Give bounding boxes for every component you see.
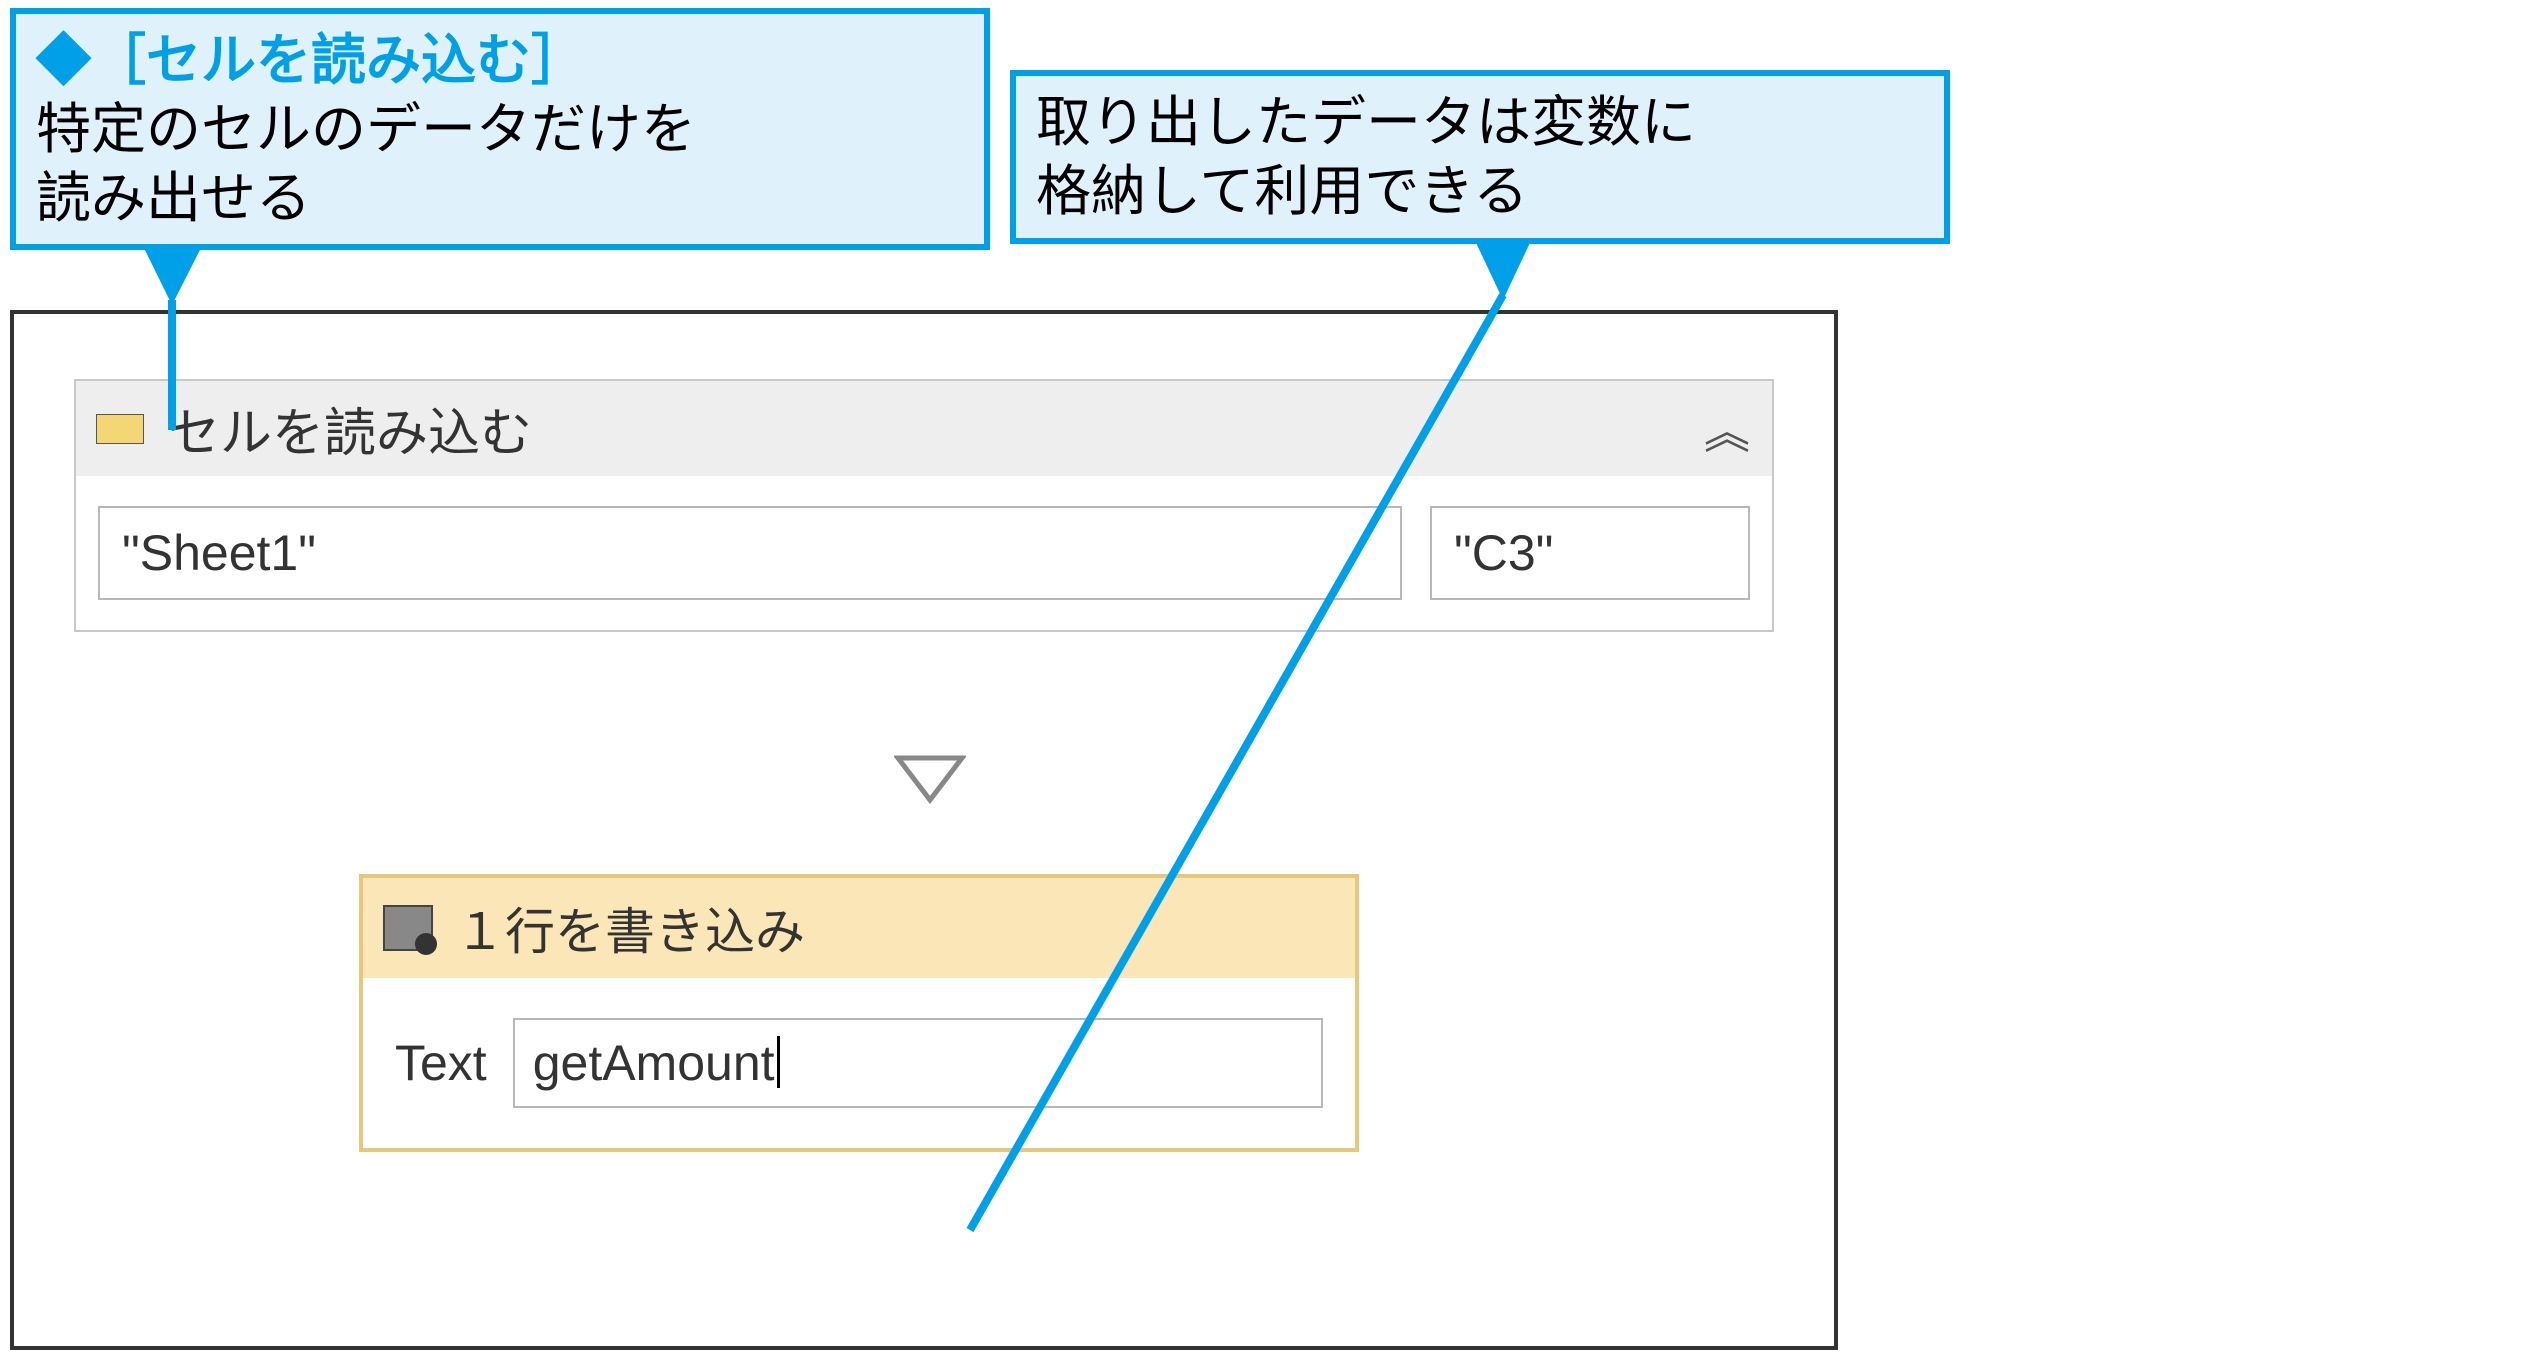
callout-read-cell: ◆［セルを読み込む］ 特定のセルのデータだけを 読み出せる: [10, 8, 990, 250]
text-value: getAmount: [533, 1035, 775, 1091]
text-value-field[interactable]: getAmount: [513, 1018, 1323, 1108]
callout-variable: 取り出したデータは変数に 格納して利用できる: [1010, 70, 1950, 244]
flow-arrow-icon: [894, 754, 966, 804]
text-cursor: [777, 1036, 780, 1088]
cell-address-field[interactable]: "C3": [1430, 506, 1750, 600]
activity-write-line[interactable]: １行を書き込み Text getAmount: [359, 874, 1359, 1152]
activity-body: "Sheet1" "C3": [76, 476, 1772, 630]
sheet-name-field[interactable]: "Sheet1": [98, 506, 1402, 600]
read-cell-icon: [96, 414, 144, 444]
activity-title: １行を書き込み: [455, 892, 805, 964]
workflow-panel: セルを読み込む ︽ "Sheet1" "C3" １行を書き込み Text get…: [10, 310, 1838, 1350]
callout-body: 取り出したデータは変数に 格納して利用できる: [1036, 88, 1924, 226]
activity-body: Text getAmount: [363, 978, 1355, 1148]
collapse-icon[interactable]: ︽: [1704, 396, 1750, 462]
activity-header[interactable]: １行を書き込み: [363, 878, 1355, 978]
text-label: Text: [395, 1034, 487, 1092]
write-line-icon: [383, 905, 433, 951]
callout-body: 特定のセルのデータだけを 読み出せる: [36, 95, 964, 233]
activity-title: セルを読み込む: [168, 391, 532, 466]
callout-title: ◆［セルを読み込む］: [36, 26, 964, 95]
activity-header[interactable]: セルを読み込む ︽: [76, 381, 1772, 476]
activity-read-cell[interactable]: セルを読み込む ︽ "Sheet1" "C3": [74, 379, 1774, 632]
